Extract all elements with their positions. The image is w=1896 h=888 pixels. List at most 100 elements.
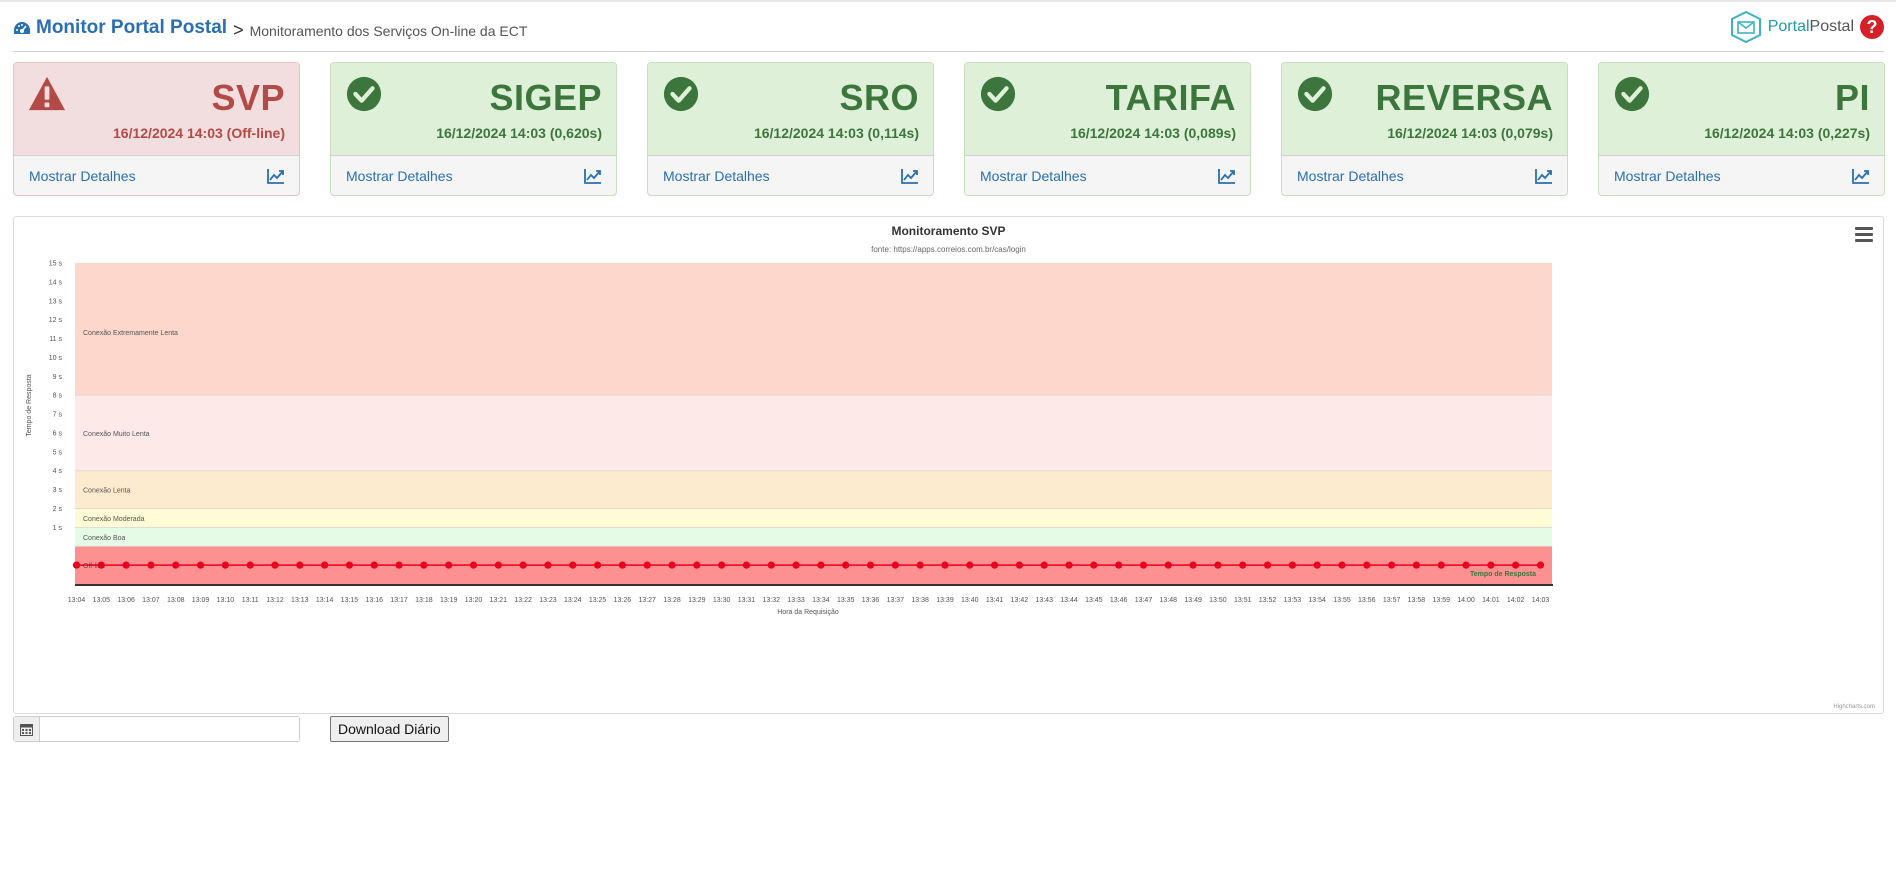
data-point[interactable]: [1313, 561, 1321, 569]
show-details-link[interactable]: Mostrar Detalhes: [1297, 168, 1404, 184]
data-point[interactable]: [618, 561, 626, 569]
controls-bar: Download Diário: [13, 716, 493, 742]
page-subtitle: Monitoramento dos Serviços On-line da EC…: [249, 23, 528, 39]
service-cards: SVP 16/12/2024 14:03 (Off-line) Mostrar De…: [13, 62, 1885, 196]
card-footer[interactable]: Mostrar Detalhes: [1599, 156, 1884, 195]
card-footer[interactable]: Mostrar Detalhes: [965, 156, 1250, 195]
card-footer[interactable]: Mostrar Detalhes: [1282, 156, 1567, 195]
data-point[interactable]: [1115, 561, 1123, 569]
data-point[interactable]: [693, 561, 701, 569]
data-point[interactable]: [196, 561, 205, 569]
plot-band-label: Conexão Muito Lenta: [83, 431, 150, 438]
data-point[interactable]: [494, 561, 502, 569]
data-point[interactable]: [296, 561, 304, 569]
card-footer[interactable]: Mostrar Detalhes: [14, 156, 299, 195]
card-footer[interactable]: Mostrar Detalhes: [331, 156, 616, 195]
data-point[interactable]: [991, 561, 999, 569]
data-point[interactable]: [1338, 561, 1346, 569]
data-point[interactable]: [742, 561, 751, 569]
breadcrumb-separator: >: [233, 20, 244, 40]
data-point[interactable]: [1065, 561, 1073, 569]
show-details-link[interactable]: Mostrar Detalhes: [980, 168, 1087, 184]
data-point[interactable]: [1388, 561, 1396, 569]
card-footer[interactable]: Mostrar Detalhes: [648, 156, 933, 195]
app-title-link[interactable]: Monitor Portal Postal: [13, 17, 227, 39]
data-point[interactable]: [445, 561, 453, 569]
data-point[interactable]: [1437, 561, 1445, 569]
data-point[interactable]: [1214, 561, 1222, 569]
show-details-link[interactable]: Mostrar Detalhes: [29, 168, 136, 184]
x-tick-label: 13:15: [341, 597, 359, 604]
show-details-link[interactable]: Mostrar Detalhes: [663, 168, 770, 184]
x-tick-label: 13:19: [440, 597, 458, 604]
line-chart-icon[interactable]: [267, 168, 285, 184]
data-point[interactable]: [395, 561, 403, 569]
data-point[interactable]: [1512, 561, 1520, 569]
data-point[interactable]: [246, 561, 254, 569]
data-point[interactable]: [1189, 561, 1197, 569]
data-point[interactable]: [891, 561, 899, 569]
y-tick-label: 13 s: [49, 298, 63, 305]
x-tick-label: 13:09: [192, 597, 210, 604]
line-chart-icon[interactable]: [1535, 168, 1553, 184]
line-chart-icon[interactable]: [1852, 168, 1870, 184]
data-point[interactable]: [221, 561, 229, 569]
data-point[interactable]: [345, 561, 354, 569]
show-details-link[interactable]: Mostrar Detalhes: [346, 168, 453, 184]
data-point[interactable]: [718, 561, 726, 569]
data-point[interactable]: [97, 561, 105, 569]
data-point[interactable]: [643, 561, 651, 569]
data-point[interactable]: [916, 561, 924, 569]
data-point[interactable]: [569, 561, 577, 569]
data-point[interactable]: [1090, 561, 1098, 569]
data-point[interactable]: [1536, 561, 1545, 569]
service-card-svp: SVP 16/12/2024 14:03 (Off-line) Mostrar De…: [13, 62, 300, 196]
download-daily-button[interactable]: Download Diário: [330, 716, 449, 742]
data-point[interactable]: [1164, 561, 1172, 569]
data-point[interactable]: [321, 561, 329, 569]
data-point[interactable]: [767, 561, 775, 569]
data-point[interactable]: [1263, 561, 1272, 569]
data-point[interactable]: [941, 561, 949, 569]
x-tick-label: 13:29: [688, 597, 706, 604]
data-point[interactable]: [668, 561, 676, 569]
data-point[interactable]: [1487, 561, 1495, 569]
data-point[interactable]: [469, 561, 478, 569]
data-point[interactable]: [519, 561, 527, 569]
chart-credits[interactable]: Highcharts.com: [1833, 704, 1875, 710]
data-point[interactable]: [1288, 561, 1296, 569]
data-point[interactable]: [593, 561, 602, 569]
data-point[interactable]: [1040, 561, 1048, 569]
plot-band: [75, 508, 1552, 528]
data-point[interactable]: [866, 561, 875, 569]
date-input[interactable]: [40, 717, 299, 741]
data-point[interactable]: [122, 561, 130, 569]
y-tick-label: 4 s: [53, 468, 63, 475]
data-point[interactable]: [842, 561, 850, 569]
help-icon[interactable]: ?: [1860, 15, 1884, 39]
portal-postal-logo[interactable]: PortalPostal ?: [1730, 11, 1884, 43]
y-tick-label: 7 s: [53, 412, 63, 419]
data-point[interactable]: [817, 561, 825, 569]
data-point[interactable]: [1363, 561, 1371, 569]
data-point[interactable]: [172, 561, 180, 569]
data-point[interactable]: [370, 561, 378, 569]
y-tick-label: 1 s: [53, 525, 63, 532]
data-point[interactable]: [420, 561, 428, 569]
data-point[interactable]: [1239, 561, 1247, 569]
show-details-link[interactable]: Mostrar Detalhes: [1614, 168, 1721, 184]
data-point[interactable]: [544, 561, 552, 569]
data-point[interactable]: [271, 561, 279, 569]
line-chart-icon[interactable]: [1218, 168, 1236, 184]
data-point[interactable]: [1015, 561, 1024, 569]
data-point[interactable]: [1412, 561, 1421, 569]
line-chart-icon[interactable]: [584, 168, 602, 184]
data-point[interactable]: [147, 561, 155, 569]
data-point[interactable]: [1139, 561, 1148, 569]
line-chart-icon[interactable]: [901, 168, 919, 184]
data-point[interactable]: [72, 561, 81, 569]
data-point[interactable]: [1462, 561, 1470, 569]
calendar-icon[interactable]: [14, 717, 40, 741]
data-point[interactable]: [966, 561, 974, 569]
data-point[interactable]: [792, 561, 800, 569]
